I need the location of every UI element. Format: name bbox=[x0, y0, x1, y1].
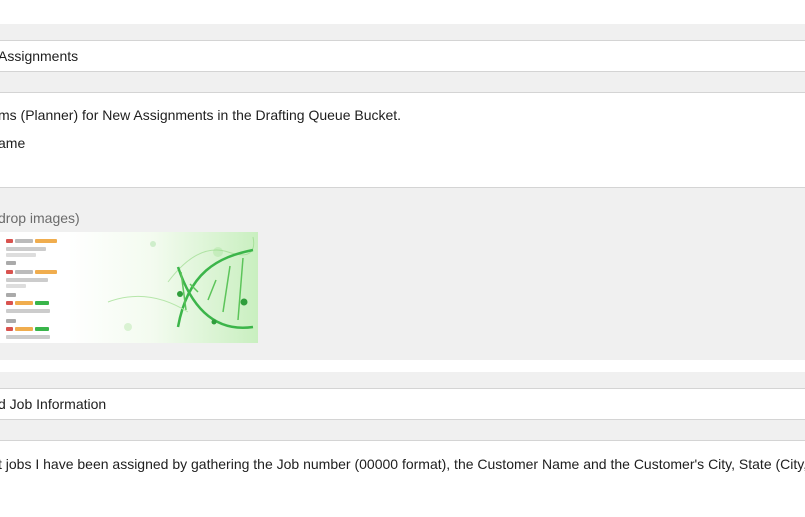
description-line-1-job: t jobs I have been assigned by gathering… bbox=[0, 456, 805, 472]
description-field-job-information[interactable]: t jobs I have been assigned by gathering… bbox=[0, 440, 805, 517]
image-drop-area[interactable]: drop images) bbox=[0, 188, 805, 360]
title-text-2: d Job Information bbox=[0, 396, 107, 412]
description-line-2: ame bbox=[0, 135, 26, 151]
drop-images-hint: drop images) bbox=[0, 210, 80, 226]
title-text: Assignments bbox=[0, 48, 79, 64]
top-bar bbox=[0, 0, 805, 24]
section-divider bbox=[0, 360, 805, 372]
description-field-assignments[interactable]: ms (Planner) for New Assignments in the … bbox=[0, 92, 805, 188]
dna-helix-thumbnail[interactable] bbox=[68, 232, 258, 343]
title-field-job-information[interactable]: d Job Information bbox=[0, 388, 805, 420]
planner-board-thumbnail[interactable] bbox=[0, 232, 68, 343]
title-field-assignments[interactable]: Assignments bbox=[0, 40, 805, 72]
description-line-1: ms (Planner) for New Assignments in the … bbox=[0, 107, 402, 123]
dna-helix-icon bbox=[68, 232, 258, 343]
